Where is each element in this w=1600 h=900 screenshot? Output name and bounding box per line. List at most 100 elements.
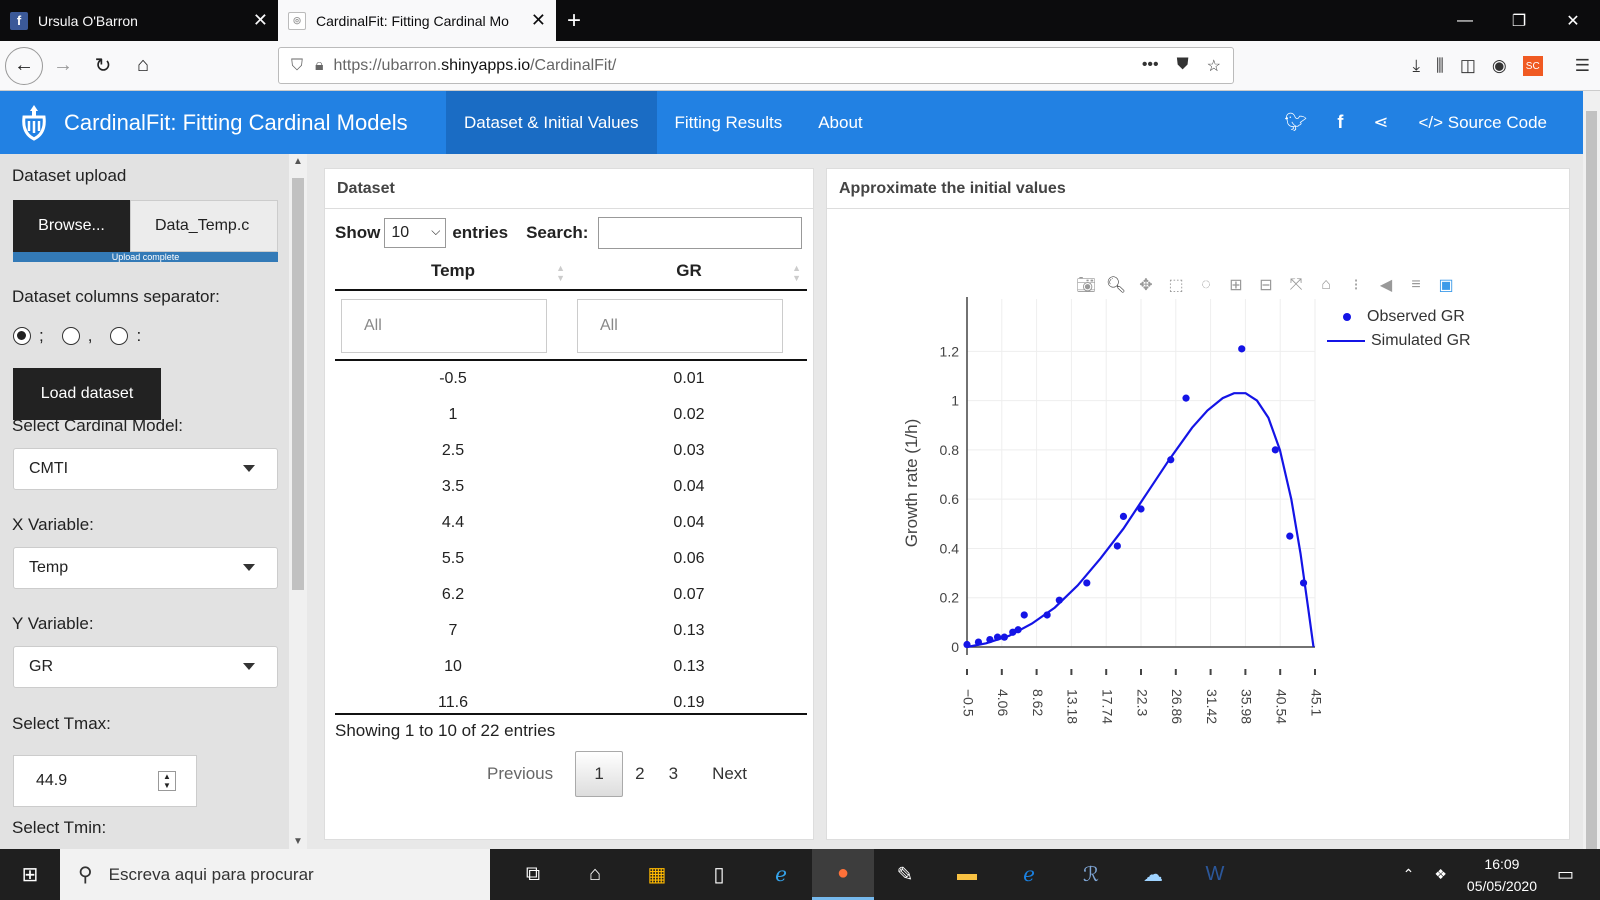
store-icon[interactable]: ▦ [626,849,688,900]
home-app-icon[interactable]: ⌂ [564,849,626,900]
scroll-thumb[interactable] [1586,111,1597,856]
legend-item-observed[interactable]: Observed GR [1327,305,1471,329]
browse-button[interactable]: Browse... [13,200,130,252]
back-arrow-icon[interactable]: ← [5,46,43,85]
url-bar[interactable]: ⛉ 🔒︎ https://ubarron. shinyapps.io/Cardin… [278,47,1234,84]
account-icon[interactable]: ◉ [1492,56,1507,76]
home-icon[interactable]: ⌂ [123,46,163,86]
next-page-button[interactable]: Next [690,751,759,797]
filter-gr-input[interactable]: All [577,299,783,353]
download-icon[interactable]: ⤓ [1413,56,1421,76]
growth-rate-chart[interactable]: −0.5 4.06 8.62 13.18 17.74 22.3 26.86 31.42 35.9… [827,209,1569,839]
share-icon[interactable]: ⋖ [1373,112,1388,133]
tmax-input[interactable]: 44.9 ▲ ▼ [13,755,197,807]
clock[interactable]: 16:09 05/05/2020 [1467,853,1537,897]
tray-expand-icon[interactable]: ⌃ [1403,866,1415,883]
search-input[interactable] [598,217,803,249]
taskbar-search[interactable]: ⚲ Escreva aqui para procurar [60,849,490,900]
sidebar-scrollbar[interactable]: ▲ ▼ [289,154,307,849]
observed-gr-point [1182,394,1190,402]
x-variable-select[interactable]: Temp [13,547,278,589]
page-2-button[interactable]: 2 [623,751,656,797]
model-select[interactable]: CMTI [13,448,278,490]
edge-icon[interactable]: ℯ [998,849,1060,900]
stylus-app-icon[interactable]: ✎ [874,849,936,900]
radio-colon[interactable] [110,327,129,345]
new-tab-icon[interactable]: + [556,0,592,41]
restore-icon[interactable]: ❐ [1492,0,1546,41]
page-actions-icon[interactable]: ••• [1142,56,1159,76]
filter-temp-input[interactable]: All [341,299,547,353]
y-variable-select[interactable]: GR [13,646,278,688]
column-header-gr[interactable]: GR ▲ ▼ [571,261,807,289]
close-window-icon[interactable]: ✕ [1546,0,1600,41]
table-row[interactable]: 10 0.13 [335,649,807,685]
close-tab-icon[interactable]: ✕ [531,10,546,31]
brand[interactable]: CardinalFit: Fitting Cardinal Models [0,103,446,143]
filter-placeholder: All [600,317,618,334]
page-length-select[interactable]: 10 ⌵ [384,218,447,248]
table-row[interactable]: 7 0.13 [335,613,807,649]
library-icon[interactable]: ⫼ [1436,56,1444,76]
dropbox-icon[interactable]: ❖ [1434,866,1447,883]
shield-icon[interactable]: ⛉ [291,57,303,75]
table-row[interactable]: 6.2 0.07 [335,577,807,613]
radio-semicolon[interactable] [13,327,31,345]
table-row[interactable]: 2.5 0.03 [335,433,807,469]
table-row[interactable]: 3.5 0.04 [335,469,807,505]
radio-comma[interactable] [61,327,80,345]
scroll-down-icon[interactable]: ▼ [289,836,307,847]
twitter-icon[interactable]: 🐦︎ [1284,112,1307,133]
page-3-button[interactable]: 3 [657,751,690,797]
file-icon[interactable]: ▯ [688,849,750,900]
notification-icon[interactable]: ▭ [1557,864,1574,885]
extension-icon[interactable]: SC [1522,56,1543,76]
x-tick-label: 40.54 [1273,689,1289,724]
cell-gr: 0.04 [673,514,705,531]
file-explorer-icon[interactable]: ▬ [936,849,998,900]
word-icon[interactable]: W [1184,849,1246,900]
table-row[interactable]: -0.5 0.01 [335,361,807,397]
legend-item-simulated[interactable]: Simulated GR [1327,329,1471,353]
number-spinner-icon[interactable]: ▲ ▼ [158,771,176,791]
legend-marker-line [1327,340,1365,342]
sidebar-icon[interactable]: ◫ [1460,56,1476,76]
url-path: /CardinalFit/ [530,56,617,74]
forward-arrow-icon[interactable]: → [43,46,83,86]
reload-icon[interactable]: ↻ [83,46,123,86]
table-row[interactable]: 1 0.02 [335,397,807,433]
windows-start-icon[interactable]: ⊞ [0,849,60,900]
cell-temp: 4.4 [441,514,465,531]
tmax-label: Select Tmax: [12,714,111,733]
tab-dataset-initial-values[interactable]: Dataset & Initial Values [446,91,657,154]
page-scrollbar[interactable] [1583,91,1600,856]
scroll-thumb[interactable] [292,178,304,590]
column-header-temp[interactable]: Temp ▲ ▼ [335,261,571,289]
jreport-icon[interactable]: ℛ [1060,849,1122,900]
pocket-icon[interactable]: ⛊ [1177,56,1189,76]
lock-icon[interactable]: 🔒︎ [315,57,324,75]
facebook-icon[interactable]: f [1337,112,1343,133]
load-dataset-button[interactable]: Load dataset [13,368,161,420]
y-tick-label: 0.4 [940,540,960,556]
datatable-controls: Show 10 ⌵ entries Search: [335,217,803,249]
bookmark-star-icon[interactable]: ☆ [1207,56,1221,76]
cloud-app-icon[interactable]: ☁ [1122,849,1184,900]
task-view-icon[interactable]: ⧉ [502,849,564,900]
minimize-icon[interactable]: — [1438,0,1492,41]
scroll-up-icon[interactable]: ▲ [289,156,307,167]
tab-fitting-results[interactable]: Fitting Results [657,91,801,154]
internet-explorer-icon[interactable]: ℯ [750,849,812,900]
menu-hamburger-icon[interactable]: ☰ [1575,56,1590,76]
firefox-icon[interactable]: ● [812,849,874,900]
table-row[interactable]: 4.4 0.04 [335,505,807,541]
table-row[interactable]: 5.5 0.06 [335,541,807,577]
previous-page-button[interactable]: Previous [475,751,575,797]
close-tab-icon[interactable]: ✕ [253,10,268,31]
browser-tab-cardinalfit[interactable]: ◎ CardinalFit: Fitting Cardinal Mo ✕ [278,0,556,41]
url-domain: shinyapps.io [441,56,531,74]
source-code-link[interactable]: </> Source Code [1418,113,1547,133]
page-1-button[interactable]: 1 [575,751,624,797]
browser-tab-facebook[interactable]: f Ursula O'Barron ✕ [0,0,278,41]
tab-about[interactable]: About [800,91,880,154]
